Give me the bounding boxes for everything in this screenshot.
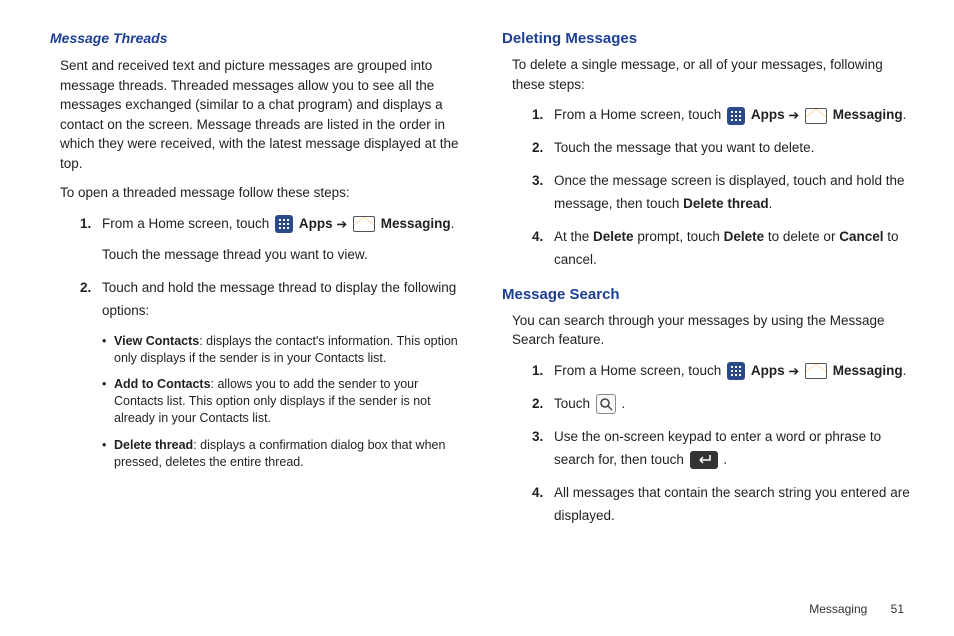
option-label: View Contacts (114, 334, 199, 348)
arrow-icon: ➔ (788, 363, 799, 378)
heading-message-threads: Message Threads (50, 30, 462, 46)
del-step-4: At the Delete prompt, touch Delete to de… (532, 226, 914, 272)
apps-label: Apps (751, 363, 785, 378)
messaging-label: Messaging (833, 363, 903, 378)
para-open-thread: To open a threaded message follow these … (60, 183, 462, 203)
step-text: Touch (554, 396, 594, 411)
step-text: At the (554, 229, 593, 244)
step-text: prompt, touch (634, 229, 724, 244)
search-step-4: All messages that contain the search str… (532, 482, 914, 528)
messaging-icon (805, 108, 827, 124)
search-step-1: From a Home screen, touch Apps ➔ Messagi… (532, 360, 914, 383)
page-footer: Messaging 51 (809, 602, 904, 616)
steps-open-thread: From a Home screen, touch Apps ➔ Messagi… (80, 213, 462, 323)
option-add-contacts: Add to Contacts: allows you to add the s… (102, 376, 462, 427)
step-text: From a Home screen, touch (554, 363, 725, 378)
left-column: Message Threads Sent and received text a… (50, 30, 462, 538)
enter-icon (690, 451, 718, 469)
page-number: 51 (891, 602, 904, 616)
apps-icon (727, 107, 745, 125)
messaging-label: Messaging (833, 107, 903, 122)
step-text: Use the on-screen keypad to enter a word… (554, 429, 881, 467)
arrow-icon: ➔ (788, 108, 799, 123)
del-step-1: From a Home screen, touch Apps ➔ Messagi… (532, 104, 914, 127)
apps-label: Apps (751, 107, 785, 122)
messaging-label: Messaging (381, 216, 451, 231)
option-label: Delete thread (114, 438, 193, 452)
para-threads-intro: Sent and received text and picture messa… (60, 56, 462, 173)
search-step-3: Use the on-screen keypad to enter a word… (532, 426, 914, 472)
para-delete-intro: To delete a single message, or all of yo… (512, 55, 914, 94)
period: . (769, 196, 773, 211)
search-step-2: Touch . (532, 393, 914, 416)
messaging-icon (353, 216, 375, 232)
para-search-intro: You can search through your messages by … (512, 311, 914, 350)
cancel-label: Cancel (839, 229, 883, 244)
right-column: Deleting Messages To delete a single mes… (502, 30, 914, 538)
period: . (723, 452, 727, 467)
apps-label: Apps (299, 216, 333, 231)
step-text: to delete or (764, 229, 839, 244)
step-2: Touch and hold the message thread to dis… (80, 277, 462, 323)
messaging-icon (805, 363, 827, 379)
option-delete-thread: Delete thread: displays a confirmation d… (102, 437, 462, 471)
search-icon (596, 394, 616, 414)
heading-deleting-messages: Deleting Messages (502, 30, 914, 47)
step-text: From a Home screen, touch (102, 216, 273, 231)
delete-label: Delete (593, 229, 634, 244)
option-view-contacts: View Contacts: displays the contact's in… (102, 333, 462, 367)
period: . (903, 107, 907, 122)
period: . (903, 363, 907, 378)
apps-icon (727, 362, 745, 380)
apps-icon (275, 215, 293, 233)
arrow-icon: ➔ (336, 216, 347, 231)
section-label: Messaging (809, 602, 867, 616)
del-step-3: Once the message screen is displayed, to… (532, 170, 914, 216)
delete-label: Delete (724, 229, 765, 244)
heading-message-search: Message Search (502, 286, 914, 303)
del-step-2: Touch the message that you want to delet… (532, 137, 914, 160)
delete-thread-label: Delete thread (683, 196, 769, 211)
options-list: View Contacts: displays the contact's in… (102, 333, 462, 471)
step-1: From a Home screen, touch Apps ➔ Messagi… (80, 213, 462, 267)
steps-search: From a Home screen, touch Apps ➔ Messagi… (532, 360, 914, 528)
option-label: Add to Contacts (114, 377, 211, 391)
step-subtext: Touch the message thread you want to vie… (102, 244, 462, 267)
period: . (622, 396, 626, 411)
period: . (451, 216, 455, 231)
step-text: From a Home screen, touch (554, 107, 725, 122)
steps-delete: From a Home screen, touch Apps ➔ Messagi… (532, 104, 914, 272)
